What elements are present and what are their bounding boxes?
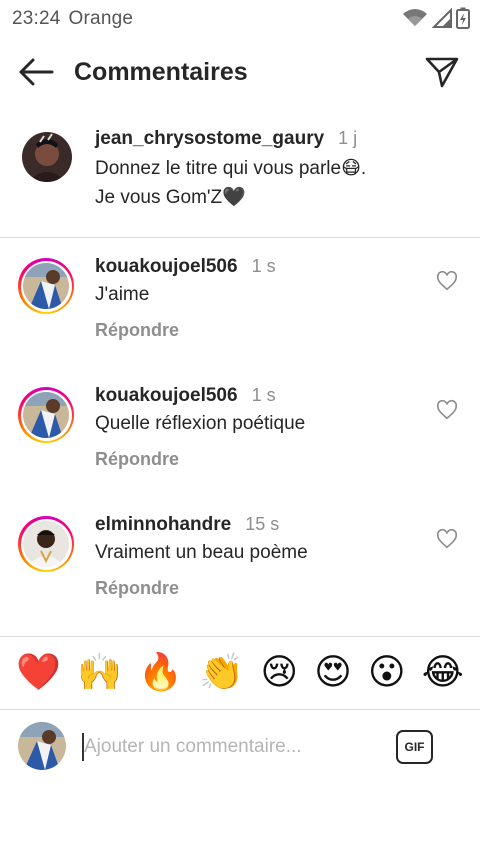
avatar[interactable] bbox=[18, 258, 74, 314]
heart-icon[interactable] bbox=[436, 399, 458, 421]
comment-time: 15 s bbox=[245, 514, 280, 534]
comment-item: elminnohandre 15 s Vraiment un beau poème… bbox=[0, 514, 480, 634]
paper-plane-icon bbox=[425, 57, 459, 88]
caption-line-1: Donnez le titre qui vous parle😷. bbox=[95, 158, 367, 179]
signal-icon bbox=[432, 8, 452, 28]
emoji-clapping[interactable]: 👏 bbox=[199, 655, 244, 691]
status-icons bbox=[402, 7, 470, 29]
header: Commentaires bbox=[0, 38, 480, 106]
heart-icon[interactable] bbox=[436, 528, 458, 550]
heart-icon[interactable] bbox=[436, 270, 458, 292]
avatar[interactable] bbox=[22, 132, 72, 182]
emoji-heart-eyes[interactable]: 😍 bbox=[314, 655, 352, 691]
comment-body: elminnohandre 15 s Vraiment un beau poème… bbox=[95, 514, 425, 599]
emoji-quick-bar: ❤️ 🙌 🔥 👏 😢 😍 😮 😂 bbox=[0, 636, 480, 710]
back-button[interactable] bbox=[16, 54, 56, 90]
caption-body: jean_chrysostome_gaury 1 j Donnez le titr… bbox=[95, 128, 465, 212]
status-bar: 23:24 Orange bbox=[0, 0, 480, 38]
caption-time: 1 j bbox=[338, 128, 358, 148]
comment-username[interactable]: kouakoujoel506 bbox=[95, 385, 238, 406]
page-title: Commentaires bbox=[74, 58, 248, 86]
caption-username[interactable]: jean_chrysostome_gaury bbox=[95, 128, 324, 149]
comment-item: kouakoujoel506 1 s J'aime Répondre bbox=[0, 256, 480, 376]
status-time: 23:24 bbox=[12, 8, 61, 29]
wifi-icon bbox=[403, 9, 427, 26]
comment-body: kouakoujoel506 1 s J'aime Répondre bbox=[95, 256, 425, 341]
comment-text: Vraiment un beau poème bbox=[95, 542, 308, 563]
gif-button[interactable]: GIF bbox=[396, 730, 433, 764]
caption-text: Donnez le titre qui vous parle😷. Je vous… bbox=[95, 154, 465, 212]
emoji-laughing[interactable]: 😂 bbox=[422, 655, 464, 691]
reply-button[interactable]: Répondre bbox=[95, 449, 179, 470]
emoji-fire[interactable]: 🔥 bbox=[138, 655, 183, 691]
comment-input[interactable] bbox=[84, 730, 374, 764]
emoji-raising-hands[interactable]: 🙌 bbox=[77, 655, 122, 691]
emoji-crying[interactable]: 😢 bbox=[260, 655, 298, 691]
arrow-left-icon bbox=[19, 58, 54, 86]
status-carrier: Orange bbox=[68, 8, 134, 29]
reply-button[interactable]: Répondre bbox=[95, 320, 179, 341]
comment-username[interactable]: elminnohandre bbox=[95, 514, 231, 535]
avatar bbox=[18, 722, 66, 770]
emoji-heart[interactable]: ❤️ bbox=[16, 655, 61, 691]
avatar[interactable] bbox=[18, 387, 74, 443]
comment-item: kouakoujoel506 1 s Quelle réflexion poéti… bbox=[0, 385, 480, 505]
post-caption: jean_chrysostome_gaury 1 j Donnez le titr… bbox=[0, 114, 480, 238]
reply-button[interactable]: Répondre bbox=[95, 578, 179, 599]
comment-text: Quelle réflexion poétique bbox=[95, 413, 306, 434]
comment-time: 1 s bbox=[251, 256, 276, 276]
battery-charging-icon bbox=[456, 7, 470, 29]
comment-body: kouakoujoel506 1 s Quelle réflexion poéti… bbox=[95, 385, 425, 470]
comment-username[interactable]: kouakoujoel506 bbox=[95, 256, 238, 277]
comment-time: 1 s bbox=[251, 385, 276, 405]
avatar[interactable] bbox=[18, 516, 74, 572]
comment-composer: GIF bbox=[0, 712, 480, 782]
status-left: 23:24 Orange bbox=[12, 8, 133, 30]
share-button[interactable] bbox=[422, 52, 462, 92]
caption-line-2: Je vous Gom'Z🖤 bbox=[95, 187, 246, 208]
comment-text: J'aime bbox=[95, 284, 150, 305]
emoji-surprised[interactable]: 😮 bbox=[368, 655, 406, 691]
